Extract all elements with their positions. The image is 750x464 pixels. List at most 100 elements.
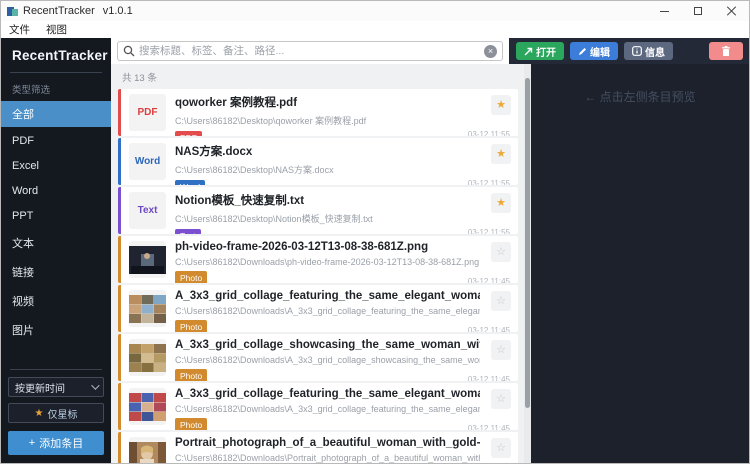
item-timestamp: 03-12 11:45 (467, 424, 510, 430)
filter-excel[interactable]: Excel (1, 155, 111, 177)
item-title: ph-video-frame-2026-03-12T13-08-38-681Z.… (175, 241, 429, 253)
list-scrollbar[interactable] (524, 64, 531, 463)
filter-text[interactable]: 文本 (1, 230, 111, 256)
item-title: NAS方案.docx (175, 146, 253, 158)
maximize-button[interactable] (681, 1, 715, 21)
delete-button[interactable] (709, 42, 743, 60)
filter-all[interactable]: 全部 (1, 101, 111, 127)
item-title: A_3x3_grid_collage_featuring_the_same_el… (175, 388, 480, 400)
edit-button[interactable]: 编辑 (570, 42, 618, 60)
star-button[interactable] (491, 242, 511, 262)
list-item[interactable]: Word NAS方案.docx C:\Users\86182\Desktop\N… (118, 138, 518, 185)
item-path: C:\Users\86182\Downloads\ph-video-frame-… (175, 257, 480, 267)
list-item[interactable]: Portrait_photograph_of_a_beautiful_woman… (118, 432, 518, 463)
file-type-icon: Text (129, 192, 166, 229)
starred-only-button[interactable]: ★ 仅星标 (8, 403, 104, 423)
preview-empty-hint: ← 点击左侧条目预览 (584, 90, 696, 104)
star-button[interactable] (491, 193, 511, 213)
star-icon (496, 100, 506, 111)
list-item[interactable]: A_3x3_grid_collage_featuring_the_same_el… (118, 383, 518, 430)
pencil-icon (579, 47, 586, 55)
star-button[interactable] (491, 389, 511, 409)
filter-pdf[interactable]: PDF (1, 130, 111, 152)
type-badge: Photo (175, 320, 208, 332)
item-path: C:\Users\86182\Desktop\Notion模板_快速复制.txt (175, 214, 373, 224)
info-button[interactable]: 信息 (624, 42, 673, 60)
star-button[interactable] (491, 291, 511, 311)
item-path: C:\Users\86182\Desktop\NAS方案.docx (175, 165, 334, 175)
type-color-bar (118, 432, 121, 463)
preview-panel: ← 点击左侧条目预览 (531, 64, 749, 463)
item-timestamp: 03-12 11:45 (467, 326, 510, 332)
item-timestamp: 03-12 11:55 (467, 179, 510, 185)
item-path: C:\Users\86182\Desktop\qoworker 案例教程.pdf (175, 116, 367, 126)
thumbnail-image (129, 437, 166, 463)
title-bar: RecentTracker v1.0.1 (1, 1, 749, 21)
item-title: Notion模板_快速复制.txt (175, 195, 305, 207)
type-color-bar (118, 138, 121, 185)
type-badge: Photo (175, 271, 208, 283)
add-entry-button[interactable]: + 添加条目 (8, 431, 104, 455)
list-item[interactable]: PDF qoworker 案例教程.pdf C:\Users\86182\Des… (118, 89, 518, 136)
result-count: 共 13 条 (122, 73, 157, 84)
close-button[interactable] (715, 1, 749, 21)
clear-search-icon[interactable]: × (484, 44, 497, 58)
file-type-icon: Word (129, 143, 166, 180)
sort-dropdown[interactable]: 按更新时间 (8, 377, 104, 397)
star-icon (496, 247, 506, 258)
thumbnail-image (129, 339, 166, 376)
item-title: qoworker 案例教程.pdf (175, 97, 298, 109)
filter-link[interactable]: 链接 (1, 259, 111, 285)
star-button[interactable] (491, 95, 511, 115)
sidebar: RecentTracker 类型筛选 全部 PDF Excel Word PPT… (1, 38, 111, 463)
open-button[interactable]: 打开 (516, 42, 564, 60)
type-color-bar (118, 187, 121, 234)
star-icon: ★ (34, 407, 44, 419)
item-path: C:\Users\86182\Downloads\A_3x3_grid_coll… (175, 306, 480, 316)
star-button[interactable] (491, 438, 511, 458)
close-icon (727, 6, 737, 16)
menu-file[interactable]: 文件 (9, 22, 30, 37)
star-button[interactable] (491, 340, 511, 360)
type-color-bar (118, 334, 121, 381)
filter-word[interactable]: Word (1, 180, 111, 202)
filter-video[interactable]: 视频 (1, 288, 111, 314)
list-item[interactable]: Text Notion模板_快速复制.txt C:\Users\86182\De… (118, 187, 518, 234)
type-color-bar (118, 89, 121, 136)
minimize-icon (659, 10, 669, 12)
type-badge: Photo (175, 369, 208, 381)
list-item[interactable]: ph-video-frame-2026-03-12T13-08-38-681Z.… (118, 236, 518, 283)
sidebar-app-title: RecentTracker (12, 48, 108, 63)
type-color-bar (118, 285, 121, 332)
search-box: × (117, 41, 503, 61)
search-icon (123, 45, 135, 57)
star-button[interactable] (491, 144, 511, 164)
item-path: C:\Users\86182\Downloads\A_3x3_grid_coll… (175, 404, 480, 414)
star-icon (496, 149, 506, 160)
window-title: RecentTracker v1.0.1 (23, 5, 133, 17)
star-icon (496, 394, 506, 405)
results-list: 共 13 条 PDF qoworker 案例教程.pdf C:\Users\86… (111, 64, 524, 463)
minimize-button[interactable] (647, 1, 681, 21)
info-icon (632, 46, 642, 56)
app-window: RecentTracker v1.0.1 文件 视图 RecentTracker … (0, 0, 750, 464)
thumbnail-image (129, 388, 166, 425)
list-item[interactable]: A_3x3_grid_collage_featuring_the_same_el… (118, 285, 518, 332)
scrollbar-thumb[interactable] (525, 78, 530, 408)
filter-section-label: 类型筛选 (12, 85, 51, 96)
chevron-down-icon (91, 381, 100, 390)
filter-image[interactable]: 图片 (1, 317, 111, 343)
item-path: C:\Users\86182\Downloads\A_3x3_grid_coll… (175, 355, 480, 365)
item-timestamp: 03-12 11:45 (467, 375, 510, 381)
menu-view[interactable]: 视图 (46, 22, 67, 37)
item-timestamp: 03-12 11:45 (467, 277, 510, 283)
item-title: A_3x3_grid_collage_showcasing_the_same_w… (175, 339, 480, 351)
thumbnail-image (129, 241, 166, 278)
file-type-icon: PDF (129, 94, 166, 131)
list-item[interactable]: A_3x3_grid_collage_showcasing_the_same_w… (118, 334, 518, 381)
type-badge: Photo (175, 418, 208, 430)
search-input[interactable] (139, 45, 480, 57)
thumbnail-image (129, 290, 166, 327)
star-icon (496, 345, 506, 356)
filter-ppt[interactable]: PPT (1, 205, 111, 227)
